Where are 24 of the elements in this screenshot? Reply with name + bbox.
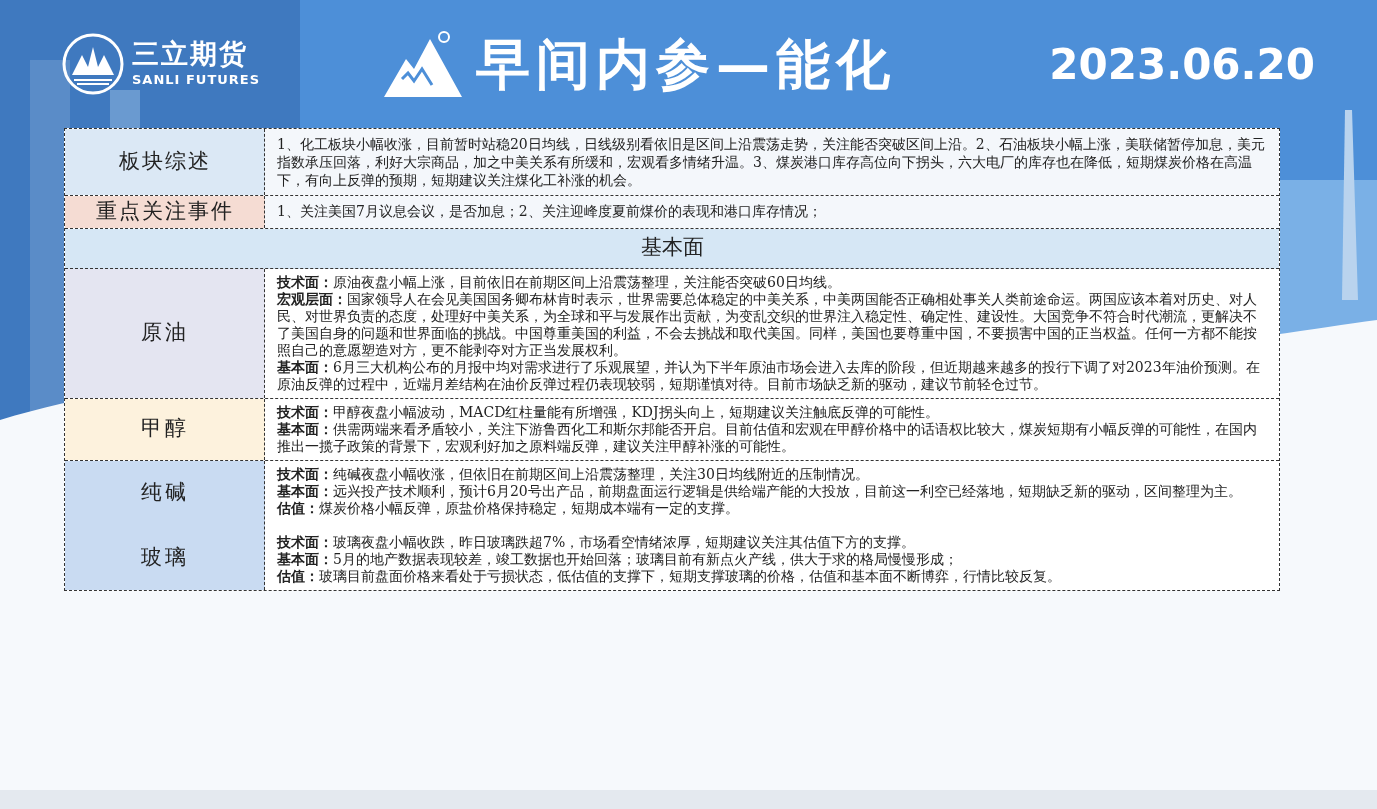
logo-name: 三立期货 <box>132 38 249 71</box>
analysis-paragraph: 基本面：供需两端来看矛盾较小，关注下游鲁西化工和斯尔邦能否开启。目前估值和宏观在甲醇价格中的话语权比较大，煤炭短期有小幅反弹的可能性，在国内推出一揽子政策的背景下，宏观利好加之原料端反弹，建议关注甲醇补涨的可能性。 <box>277 420 1258 455</box>
analysis-paragraph: 技术面：玻璃夜盘小幅收跌，昨日玻璃跌超7%，市场看空情绪浓厚，短期建议关注其估值下方的支撑。 <box>277 533 917 551</box>
category-label: 甲醇 <box>140 415 189 443</box>
analysis-paragraph: 估值：玻璃目前盘面价格来看处于亏损状态，低估值的支撑下，短期支撑玻璃的价格，估值和基本面不断博弈，行情比较反复。 <box>277 567 1062 585</box>
row-label: 重点关注事件 <box>65 196 265 228</box>
category-label: 玻璃 <box>140 543 189 571</box>
row-text: 1、关注美国7月议息会议，是否加息；2、关注迎峰度夏前煤价的表现和港口库存情况； <box>265 196 1279 228</box>
section-heading: 基本面 <box>65 228 1279 269</box>
category-label: 原油 <box>140 319 189 347</box>
analysis-paragraph: 基本面：5月的地产数据表现较差，竣工数据也开始回落；玻璃目前有新点火产线，供大于求的格局慢慢形成； <box>277 550 959 568</box>
analysis-paragraph: 基本面：6月三大机构公布的月报中均对需求进行了乐观展望，并认为下半年原油市场会进入去库的阶段，但近期越来越多的投行下调了对2023年油价预测。在原油反弹的过程中，近端月差结构在油价反弹过程仍表现较弱，短期谨慎对待。目前市场缺乏新的驱动，建议节前轻仓过节。 <box>277 358 1261 393</box>
analysis-paragraph: 基本面：远兴投产技术顺利，预计6月20号出产品，前期盘面运行逻辑是供给端产能的大投放，目前这一利空已经落地，短期缺乏新的驱动，区间整理为主。 <box>277 482 1243 500</box>
report-date: 2023.06.20 <box>1049 38 1315 91</box>
analysis-paragraph: 估值：煤炭价格小幅反弹，原盐价格保持稳定，短期成本端有一定的支撑。 <box>277 499 740 517</box>
analysis-paragraph: 技术面：纯碱夜盘小幅收涨，但依旧在前期区间上沿震荡整理，关注30日均线附近的压制情况。 <box>277 465 870 483</box>
row-label: 板块综述 <box>65 129 265 195</box>
logo-name-en: SANLI FUTURES <box>132 71 261 90</box>
row-text: 1、化工板块小幅收涨，目前暂时站稳20日均线，日线级别看依旧是区间上沿震荡走势，关注能否突破区间上沿。2、石油板块小幅上涨，美联储暂停加息，美元指数承压回落，利好大宗商品，加之中美关系有所缓和，宏观看多情绪升温。3、煤炭港口库存高位向下拐头，六大电厂的库存也在降低，短期煤炭价格在高温下，有向上反弹的预期，短期建议关注煤化工补涨的机会。 <box>265 129 1279 195</box>
analysis-paragraph: 技术面：原油夜盘小幅上涨，目前依旧在前期区间上沿震荡整理，关注能否突破60日均线。 <box>277 273 842 291</box>
analysis-paragraph: 宏观层面：国家领导人在会见美国国务卿布林肯时表示，世界需要总体稳定的中美关系，中美两国能否正确相处事关人类前途命运。两国应该本着对历史、对人民、对世界负责的态度，处理好中美关系，为全球和平与发展作出贡献，为变乱交织的世界注入稳定性、确定性、建设性。大国竞争不符合时代潮流，更解决不了美国自身的问题和世界面临的挑战。中国尊重美国的利益，不会去挑战和取代美国。同样，美国也要尊重中国，不要损害中国的正当权益。任何一方都不能按照自己的意愿塑造对方，更不能剥夺对方正当发展权利。 <box>277 290 1258 359</box>
category-label: 纯碱 <box>140 479 189 506</box>
page-title: 早间内参—能化 <box>476 31 896 98</box>
analysis-paragraph: 技术面：甲醇夜盘小幅波动，MACD红柱量能有所增强，KDJ拐头向上，短期建议关注触底反弹的可能性。 <box>277 403 940 421</box>
